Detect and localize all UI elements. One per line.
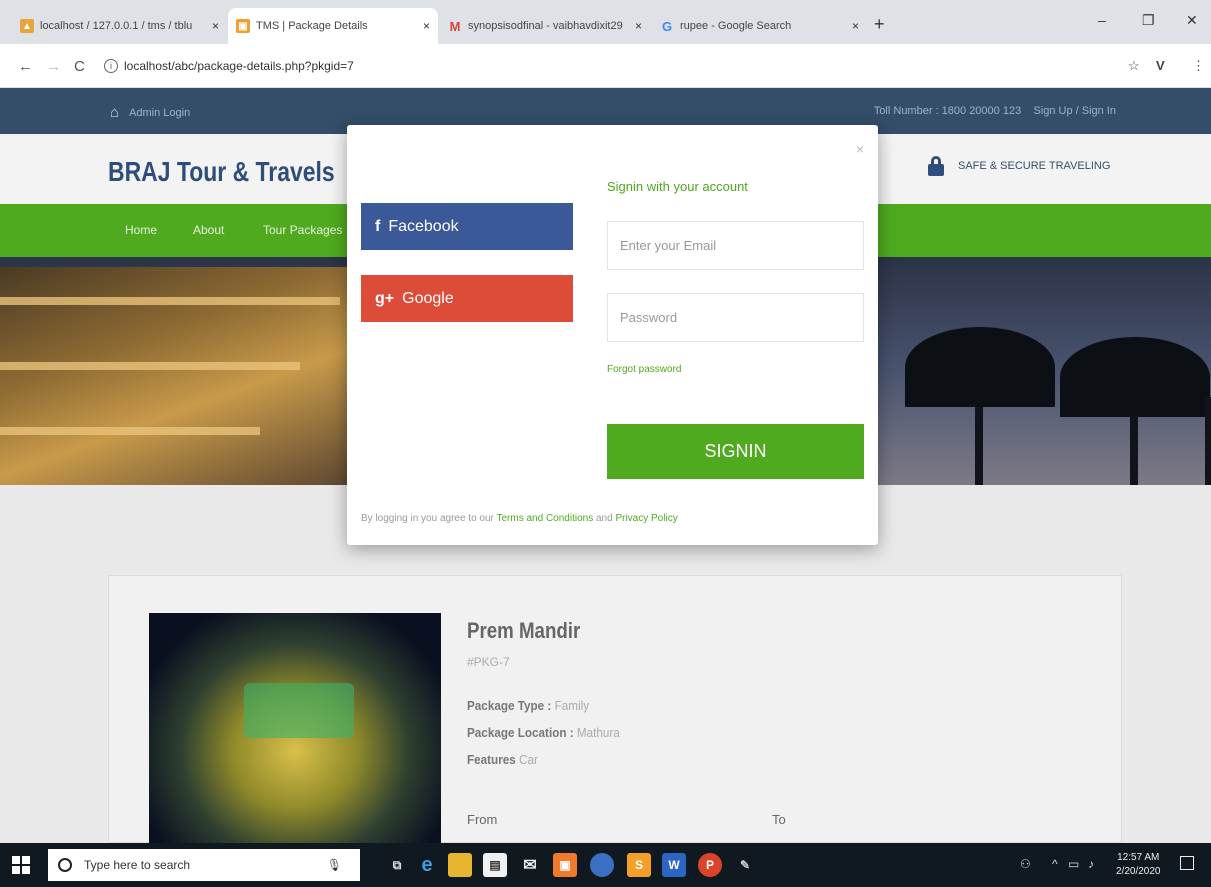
facebook-icon: f bbox=[375, 217, 381, 235]
package-id: #PKG-7 bbox=[467, 655, 510, 669]
tab-phpmyadmin[interactable]: ▲ localhost / 127.0.0.1 / tms / tblu × bbox=[12, 8, 227, 44]
lock-icon bbox=[928, 156, 944, 176]
signup-link[interactable]: Sign Up / Sign In bbox=[1033, 105, 1116, 117]
secure-badge: SAFE & SECURE TRAVELING bbox=[928, 156, 1110, 176]
from-label: From bbox=[467, 812, 498, 827]
minimize-icon[interactable]: – bbox=[1098, 12, 1106, 28]
reload-icon[interactable]: C bbox=[74, 58, 85, 75]
battery-icon[interactable]: ▭ bbox=[1068, 857, 1079, 871]
windows-start-icon[interactable] bbox=[12, 856, 30, 874]
phpmyadmin-icon: ▲ bbox=[20, 19, 34, 33]
facebook-login-button[interactable]: f Facebook bbox=[361, 203, 573, 250]
package-features: Features Car bbox=[467, 752, 538, 767]
back-icon[interactable]: ← bbox=[18, 58, 33, 75]
close-tab-icon[interactable]: × bbox=[852, 19, 859, 33]
admin-login-link[interactable]: ⌂ Admin Login bbox=[110, 104, 190, 121]
google-icon: G bbox=[661, 18, 673, 34]
volume-icon[interactable]: ♪ bbox=[1088, 857, 1094, 871]
to-label: To bbox=[772, 812, 786, 827]
package-title: Prem Mandir bbox=[467, 618, 581, 643]
toll-number: Toll Number : 1800 20000 123 bbox=[873, 105, 1022, 117]
url-field[interactable]: i localhost/abc/package-details.php?pkgi… bbox=[104, 53, 1104, 79]
cortana-icon bbox=[58, 858, 72, 872]
chrome-icon[interactable] bbox=[590, 853, 614, 877]
home-icon: ⌂ bbox=[110, 104, 120, 121]
close-tab-icon[interactable]: × bbox=[635, 19, 642, 33]
package-location: Package Location : Mathura bbox=[467, 725, 620, 740]
taskbar-search[interactable]: Type here to search 🎙 bbox=[48, 849, 360, 881]
close-window-icon[interactable]: ✕ bbox=[1186, 12, 1198, 29]
tab-google-search[interactable]: G rupee - Google Search × bbox=[652, 8, 867, 44]
xampp-icon[interactable]: ▣ bbox=[553, 853, 577, 877]
menu-about[interactable]: About bbox=[193, 223, 224, 237]
close-tab-icon[interactable]: × bbox=[212, 19, 219, 33]
site-brand[interactable]: BRAJ Tour & Travels bbox=[108, 156, 335, 188]
windows-taskbar: Type here to search 🎙 ⧉ e ▤ ✉ ▣ S W P ✎ … bbox=[0, 843, 1211, 887]
maximize-icon[interactable]: ❐ bbox=[1142, 12, 1155, 29]
tray-chevron-icon[interactable]: ^ bbox=[1052, 857, 1058, 871]
info-icon[interactable]: i bbox=[104, 59, 118, 73]
google-login-button[interactable]: g+ Google bbox=[361, 275, 573, 322]
menu-tour-packages[interactable]: Tour Packages bbox=[263, 223, 342, 237]
gmail-icon: M bbox=[449, 18, 461, 34]
close-icon[interactable]: × bbox=[856, 141, 864, 157]
terms-text: By logging in you agree to our Terms and… bbox=[361, 513, 678, 524]
task-view-icon[interactable]: ⧉ bbox=[385, 853, 409, 877]
menu-home[interactable]: Home bbox=[125, 223, 157, 237]
extension-icon[interactable]: V bbox=[1156, 58, 1165, 73]
terms-link[interactable]: Terms and Conditions bbox=[496, 513, 593, 524]
people-icon[interactable]: ⚇ bbox=[1020, 857, 1031, 871]
signin-heading: Signin with your account bbox=[607, 179, 748, 194]
google-plus-icon: g+ bbox=[375, 289, 395, 307]
new-tab-icon[interactable]: + bbox=[874, 14, 885, 35]
word-icon[interactable]: W bbox=[662, 853, 686, 877]
mail-icon[interactable]: ✉ bbox=[518, 853, 542, 877]
hero-building-image bbox=[0, 267, 360, 485]
edge-icon[interactable]: e bbox=[415, 853, 439, 877]
package-type: Package Type : Family bbox=[467, 698, 590, 713]
password-field[interactable] bbox=[607, 293, 864, 342]
browser-tab-bar: ▲ localhost / 127.0.0.1 / tms / tblu × ▣… bbox=[0, 0, 1211, 44]
notification-icon[interactable] bbox=[1180, 856, 1194, 870]
microphone-icon[interactable]: 🎙 bbox=[327, 858, 342, 872]
forgot-password-link[interactable]: Forgot password bbox=[607, 364, 681, 375]
tms-icon: ▣ bbox=[236, 19, 250, 33]
powerpoint-icon[interactable]: P bbox=[698, 853, 722, 877]
bookmark-star-icon[interactable]: ☆ bbox=[1128, 58, 1140, 74]
browser-menu-icon[interactable]: ⋮ bbox=[1192, 58, 1205, 74]
close-tab-icon[interactable]: × bbox=[423, 19, 430, 33]
store-icon[interactable]: ▤ bbox=[483, 853, 507, 877]
privacy-link[interactable]: Privacy Policy bbox=[615, 513, 677, 524]
email-field[interactable] bbox=[607, 221, 864, 270]
package-image bbox=[149, 613, 441, 843]
signin-modal: × f Facebook g+ Google Signin with your … bbox=[347, 125, 878, 545]
file-explorer-icon[interactable] bbox=[448, 853, 472, 877]
app-icon[interactable]: ✎ bbox=[733, 853, 757, 877]
tab-gmail[interactable]: M synopsisodfinal - vaibhavdixit29 × bbox=[440, 8, 650, 44]
forward-icon[interactable]: → bbox=[46, 58, 61, 75]
address-bar-row: ← → C i localhost/abc/package-details.ph… bbox=[0, 44, 1211, 88]
taskbar-clock[interactable]: 12:57 AM 2/20/2020 bbox=[1116, 851, 1161, 879]
tab-package-details[interactable]: ▣ TMS | Package Details × bbox=[228, 8, 438, 44]
signin-button[interactable]: SIGNIN bbox=[607, 424, 864, 479]
sublime-icon[interactable]: S bbox=[627, 853, 651, 877]
